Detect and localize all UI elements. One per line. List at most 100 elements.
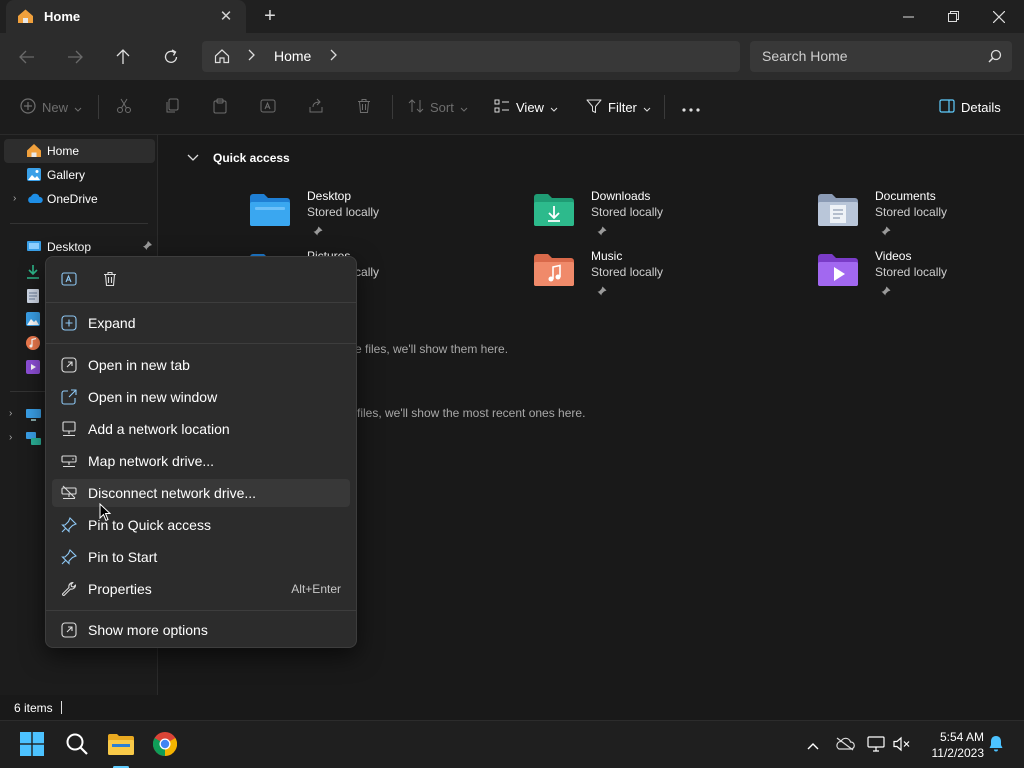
volume-tray-button[interactable] — [892, 735, 912, 755]
search-input[interactable] — [762, 46, 982, 66]
sidebar-item-home[interactable]: Home — [4, 139, 155, 163]
taskbar-search-button[interactable] — [61, 729, 93, 761]
start-button[interactable] — [16, 729, 48, 761]
clock-time: 5:54 AM — [939, 730, 984, 744]
chevron-right-icon[interactable] — [248, 48, 256, 65]
pictures-icon[interactable] — [26, 312, 40, 329]
quick-access-music[interactable]: Music Stored locally — [533, 249, 783, 301]
quick-access-documents[interactable]: Documents Stored locally — [817, 189, 1024, 241]
details-button[interactable]: Details — [939, 96, 1001, 118]
videos-folder-icon — [817, 253, 859, 290]
network-location-icon — [61, 421, 77, 437]
onedrive-tray-button[interactable] — [835, 735, 855, 755]
close-icon[interactable]: ✕ — [214, 4, 238, 28]
menu-item-pin-start[interactable]: Pin to Start — [52, 543, 350, 571]
menu-item-label: Properties — [88, 581, 152, 597]
documents-icon[interactable] — [26, 288, 40, 307]
chevron-right-icon[interactable] — [330, 48, 338, 65]
menu-item-open-new-window[interactable]: Open in new window — [52, 383, 350, 411]
item-name: Videos — [875, 249, 912, 263]
menu-item-show-more-options[interactable]: Show more options — [52, 616, 350, 644]
sidebar-item-gallery[interactable]: Gallery — [4, 163, 155, 187]
pin-icon — [597, 284, 607, 299]
back-button[interactable] — [15, 45, 39, 69]
minimize-button[interactable] — [885, 0, 931, 33]
more-options-button[interactable] — [682, 96, 700, 118]
up-button[interactable] — [111, 45, 135, 69]
chevron-down-icon — [74, 100, 82, 115]
network-icon[interactable] — [26, 432, 41, 449]
new-window-icon — [61, 389, 77, 405]
menu-item-add-network-location[interactable]: Add a network location — [52, 415, 350, 443]
cut-button[interactable] — [116, 96, 132, 118]
show-hidden-icons-button[interactable] — [803, 735, 823, 755]
navigation-bar: Home — [0, 33, 1024, 80]
forward-button[interactable] — [63, 45, 87, 69]
rename-button[interactable] — [260, 96, 278, 118]
quick-access-downloads[interactable]: Downloads Stored locally — [533, 189, 783, 241]
toolbar-divider — [98, 95, 99, 119]
music-icon[interactable] — [26, 336, 40, 353]
menu-item-disconnect-network-drive[interactable]: Disconnect network drive... — [52, 479, 350, 507]
new-button[interactable]: New — [20, 96, 82, 118]
menu-item-pin-quick-access[interactable]: Pin to Quick access — [52, 511, 350, 539]
paste-button[interactable] — [212, 96, 228, 118]
delete-button[interactable] — [100, 270, 120, 290]
music-folder-icon — [533, 253, 575, 290]
close-window-button[interactable] — [976, 0, 1022, 33]
view-button[interactable]: View — [494, 96, 558, 118]
restore-button[interactable] — [930, 0, 976, 33]
menu-item-properties[interactable]: Properties Alt+Enter — [52, 575, 350, 603]
item-location: Stored locally — [591, 265, 664, 279]
menu-item-open-new-tab[interactable]: Open in new tab — [52, 351, 350, 379]
details-pane-icon — [939, 98, 955, 116]
taskbar-chrome[interactable] — [149, 729, 181, 761]
copy-button[interactable] — [164, 96, 180, 118]
desktop-folder-icon — [249, 193, 291, 230]
menu-item-map-network-drive[interactable]: Map network drive... — [52, 447, 350, 475]
quick-access-header[interactable]: Quick access — [187, 151, 290, 165]
notifications-button[interactable] — [986, 735, 1006, 755]
mouse-cursor-icon — [99, 502, 112, 525]
sidebar-item-onedrive[interactable]: › OneDrive — [4, 187, 155, 211]
search-icon — [988, 49, 1002, 66]
context-menu-quick-actions — [46, 257, 356, 303]
context-menu: Expand Open in new tab Open in new windo… — [45, 256, 357, 648]
item-count: 6 items — [14, 701, 53, 715]
bell-icon — [988, 735, 1004, 755]
clock[interactable]: 5:54 AM 11/2/2023 — [918, 729, 985, 761]
chevron-right-icon[interactable]: › — [9, 408, 12, 419]
tab-home[interactable]: Home ✕ — [6, 0, 246, 33]
address-bar[interactable]: Home — [202, 41, 740, 72]
home-icon[interactable] — [214, 48, 230, 67]
item-name: Music — [591, 249, 623, 263]
section-title: Quick access — [213, 151, 290, 165]
refresh-button[interactable] — [159, 45, 183, 69]
delete-button[interactable] — [356, 96, 372, 118]
quick-access-desktop[interactable]: Desktop Stored locally — [249, 189, 499, 241]
chevron-down-icon — [187, 151, 199, 165]
new-tab-button[interactable]: + — [258, 4, 282, 28]
downloads-icon[interactable] — [26, 264, 40, 283]
clipboard-icon — [212, 98, 228, 117]
desktop-icon — [26, 239, 42, 256]
quick-access-videos[interactable]: Videos Stored locally — [817, 249, 1024, 301]
pin-icon[interactable] — [142, 240, 153, 254]
chevron-down-icon — [550, 100, 558, 115]
search-box[interactable] — [750, 41, 1012, 72]
network-tray-button[interactable] — [866, 735, 886, 755]
sort-button[interactable]: Sort — [408, 96, 468, 118]
toolbar-divider — [664, 95, 665, 119]
breadcrumb-home[interactable]: Home — [274, 48, 311, 64]
videos-icon[interactable] — [26, 360, 40, 377]
filter-button[interactable]: Filter — [586, 96, 651, 118]
chevron-right-icon[interactable]: › — [9, 432, 12, 443]
rename-button[interactable] — [60, 270, 80, 290]
share-button[interactable] — [308, 96, 324, 118]
menu-item-expand[interactable]: Expand — [52, 309, 350, 337]
status-divider — [61, 701, 62, 714]
cloud-icon — [26, 193, 43, 207]
this-pc-icon[interactable] — [26, 408, 41, 425]
taskbar-file-explorer[interactable] — [105, 729, 137, 768]
chevron-right-icon[interactable]: › — [13, 193, 16, 204]
